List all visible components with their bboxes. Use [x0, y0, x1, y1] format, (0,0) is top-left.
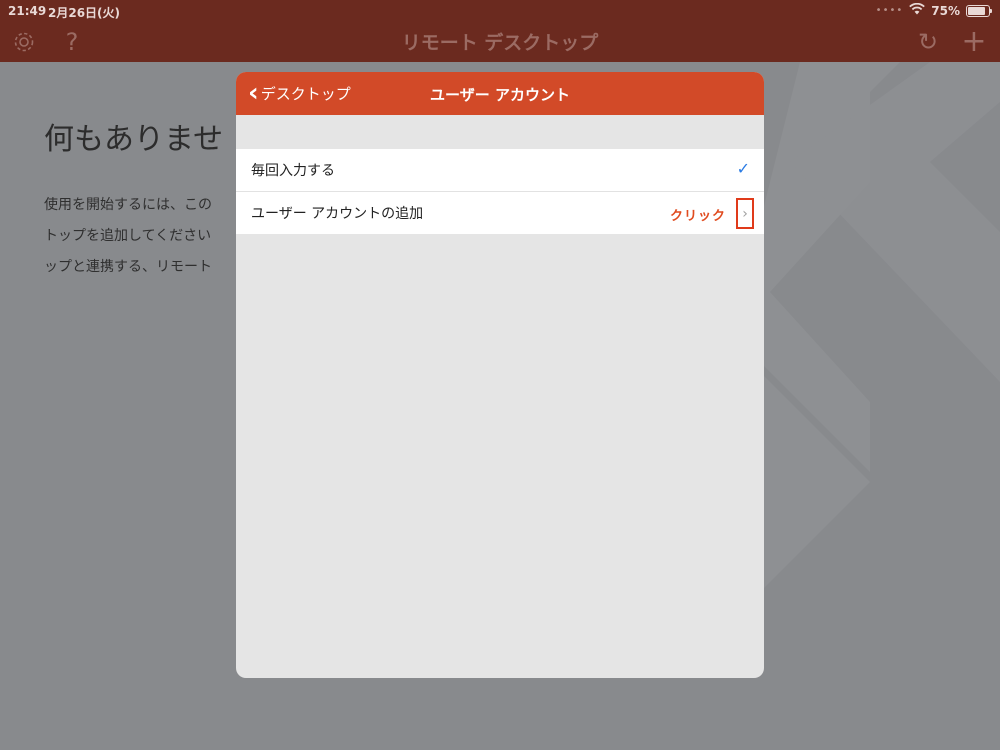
status-time: 21:49 — [8, 4, 47, 18]
multitask-dots: •••• — [875, 5, 904, 16]
wifi-icon — [909, 2, 926, 18]
empty-description: 使用を開始するには、この トップを追加してください ップと連携する、リモート — [44, 190, 212, 283]
nav-bar: ? リモート デスクトップ ↻ + — [0, 22, 1000, 62]
status-date: 2月26日(火) — [48, 6, 121, 20]
empty-title: 何もありませ — [44, 122, 224, 157]
modal-header: ‹ デスクトップ ユーザー アカウント — [236, 72, 764, 115]
list-item-prompt-every-time[interactable]: 毎回入力する ✓ — [236, 149, 764, 192]
checkmark-icon: ✓ — [736, 159, 750, 178]
desc-line-3: ップと連携する、リモート — [44, 259, 212, 275]
status-bar: 21:49 2月26日(火) •••• 75% — [0, 0, 1000, 22]
list-item-add-user-account[interactable]: ユーザー アカウントの追加 クリック › — [236, 192, 764, 234]
refresh-icon[interactable]: ↻ — [914, 28, 942, 56]
chevron-right-icon[interactable]: › — [736, 198, 754, 229]
desc-line-2: トップを追加してください — [44, 228, 212, 244]
chevron-decoration-icon — [760, 62, 1000, 592]
click-annotation: クリック — [669, 209, 726, 224]
battery-percent: 75% — [931, 3, 960, 18]
modal-title: ユーザー アカウント — [430, 86, 570, 104]
top-bar: 21:49 2月26日(火) •••• 75% ? リモート デスクトップ ↻ — [0, 0, 1000, 62]
account-options-list: 毎回入力する ✓ ユーザー アカウントの追加 クリック › — [236, 149, 764, 234]
list-item-label: ユーザー アカウントの追加 — [251, 206, 424, 222]
list-item-label: 毎回入力する — [251, 163, 335, 179]
page-title: リモート デスクトップ — [401, 32, 599, 54]
status-right: •••• 75% — [875, 2, 992, 18]
user-account-modal: ‹ デスクトップ ユーザー アカウント 毎回入力する ✓ ユーザー アカウントの… — [236, 72, 764, 678]
battery-icon — [966, 4, 992, 17]
add-icon[interactable]: + — [960, 27, 988, 57]
desc-line-1: 使用を開始するには、この — [44, 197, 212, 213]
